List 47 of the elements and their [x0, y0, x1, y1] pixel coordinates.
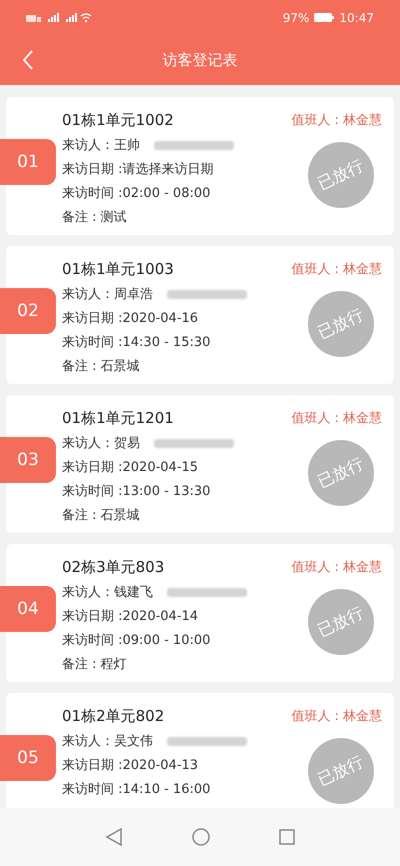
- visit-time: 来访时间 :09:00 - 10:00: [62, 632, 210, 649]
- record-index-badge: 05: [0, 735, 56, 781]
- visit-date: 来访日期 :2020-04-13: [62, 757, 198, 774]
- remark-text: 备注 : 石景城: [62, 507, 140, 524]
- status-stamp: 已放行: [308, 291, 374, 357]
- room-address: 01栋2单元802: [62, 706, 164, 726]
- remark-text: 备注 : 程灯: [62, 656, 127, 673]
- duty-person: 值班人 : 林金慧: [291, 708, 382, 725]
- status-stamp: 已放行: [308, 142, 374, 208]
- room-address: 02栋3单元803: [62, 558, 164, 576]
- room-address: 01栋1单元1201: [62, 408, 174, 428]
- battery-percent: 97%: [282, 10, 310, 24]
- duty-person: 值班人 : 林金慧: [291, 410, 382, 427]
- visit-time: 来访时间 :14:30 - 15:30: [62, 334, 210, 351]
- duty-person: 值班人 : 林金慧: [291, 559, 382, 576]
- visitor-name: 来访人：钱建飞: [62, 584, 153, 601]
- duty-person: 值班人 : 林金慧: [291, 112, 382, 129]
- back-icon[interactable]: [22, 50, 34, 70]
- visit-date: 来访日期 :请选择来访日期: [62, 161, 214, 178]
- visit-time: 来访时间 :14:10 - 16:00: [62, 781, 210, 798]
- record-index-badge: 04: [0, 586, 56, 632]
- battery-icon: [314, 13, 334, 22]
- record-index-badge: 01: [0, 139, 56, 185]
- back-nav-icon[interactable]: [104, 828, 123, 846]
- duty-person: 值班人 : 林金慧: [291, 261, 382, 278]
- record-index-badge: 03: [0, 437, 56, 483]
- clock-time: 10:47: [339, 10, 374, 24]
- page-title: 访客登记表: [162, 50, 238, 70]
- remark-text: 备注 : 石景城: [62, 358, 140, 375]
- visit-date: 来访日期 :2020-04-14: [62, 608, 198, 625]
- status-stamp: 已放行: [308, 738, 374, 804]
- status-stamp: 已放行: [308, 589, 374, 655]
- room-address: 01栋1单元1002: [62, 110, 174, 130]
- room-address: 01栋1单元1003: [62, 260, 174, 278]
- status-stamp: 已放行: [308, 440, 374, 506]
- home-nav-icon[interactable]: [192, 828, 210, 846]
- visit-time: 来访时间 :13:00 - 13:30: [62, 483, 210, 500]
- visit-date: 来访日期 :2020-04-15: [62, 459, 198, 476]
- visit-date: 来访日期 :2020-04-16: [62, 310, 198, 327]
- visitor-name: 来访人：吴文伟: [62, 733, 153, 750]
- visitor-name: 来访人：贺易: [62, 435, 140, 452]
- visitor-name: 来访人：周卓浩: [62, 286, 153, 303]
- visitor-name: 来访人：王帅: [62, 137, 140, 154]
- visit-time: 来访时间 :02:00 - 08:00: [62, 185, 210, 202]
- remark-text: 备注 : 测试: [62, 209, 127, 226]
- record-index-badge: 02: [0, 288, 56, 334]
- recents-nav-icon[interactable]: [279, 829, 296, 845]
